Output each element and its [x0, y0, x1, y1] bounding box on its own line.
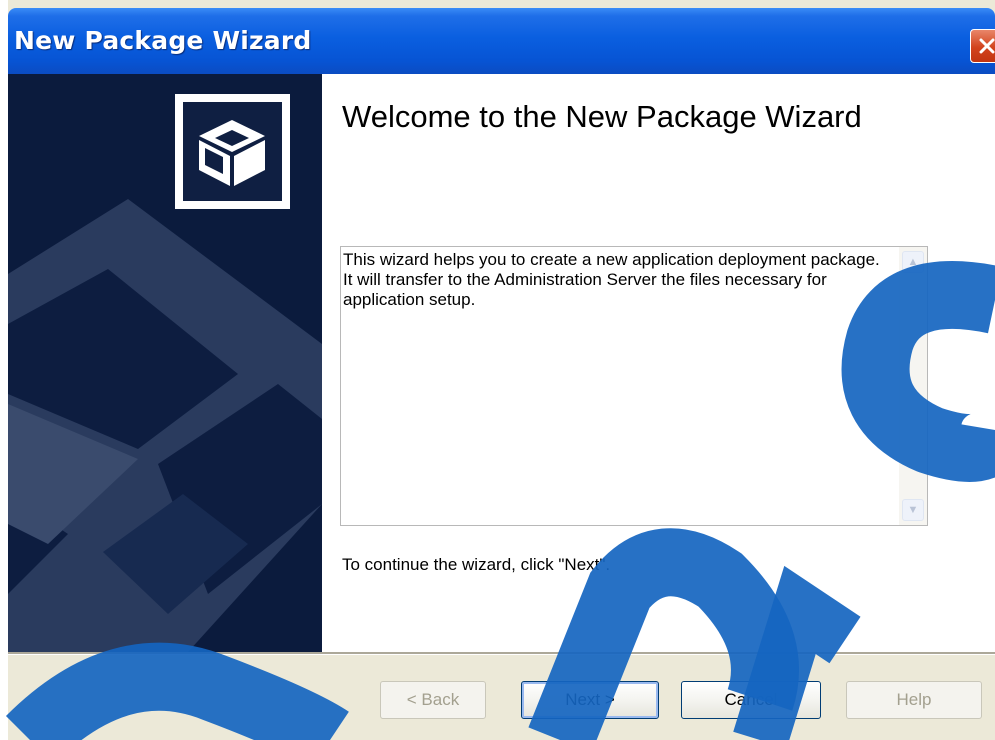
description-text: This wizard helps you to create a new ap…: [343, 250, 880, 309]
description-box[interactable]: This wizard helps you to create a new ap…: [340, 246, 928, 526]
cancel-button[interactable]: Cancel: [681, 681, 821, 719]
close-icon: [979, 38, 995, 54]
scroll-up-arrow-icon: ▲: [907, 256, 919, 268]
close-button[interactable]: [970, 29, 995, 63]
next-button[interactable]: Next >: [521, 681, 659, 719]
wizard-window: New Package Wizard Welcome to the New Pa…: [8, 0, 995, 740]
package-box-icon: [199, 120, 265, 186]
scroll-down-button[interactable]: ▼: [902, 499, 924, 521]
package-logo: [183, 102, 282, 201]
footer-divider: [8, 652, 995, 655]
continue-hint: To continue the wizard, click "Next".: [342, 555, 611, 574]
vertical-scrollbar[interactable]: ▲ ▼: [899, 247, 927, 525]
scroll-down-arrow-icon: ▼: [907, 504, 919, 516]
window-title: New Package Wizard: [14, 26, 312, 55]
title-bar[interactable]: New Package Wizard: [8, 8, 995, 74]
page-title: Welcome to the New Package Wizard: [342, 99, 862, 134]
wizard-banner: [8, 74, 322, 652]
logo-frame: [175, 94, 290, 209]
back-button[interactable]: < Back: [380, 681, 486, 719]
scroll-up-button[interactable]: ▲: [902, 251, 924, 273]
help-button[interactable]: Help: [846, 681, 982, 719]
wizard-content: Welcome to the New Package Wizard This w…: [8, 74, 995, 652]
